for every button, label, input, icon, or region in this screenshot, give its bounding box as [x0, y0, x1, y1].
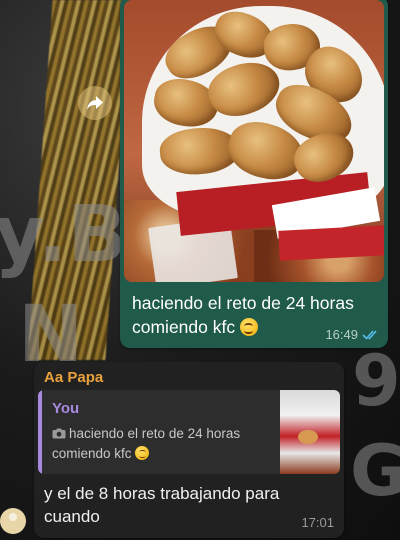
quote-text: haciendo el reto de 24 horas comiendo kf…	[52, 426, 241, 461]
forward-arrow-icon	[87, 96, 103, 110]
message-time: 16:49	[325, 327, 358, 342]
incoming-message[interactable]: Aa Papa You haciendo el reto de 24 horas…	[34, 362, 344, 538]
read-receipt-icon	[362, 330, 377, 340]
wallpaper-text: y.B	[0, 190, 127, 280]
grinning-face-emoji-icon	[239, 318, 258, 336]
contact-avatar-icon[interactable]	[0, 508, 26, 534]
message-text: y el de 8 horas trabajando para cuando	[44, 484, 280, 526]
grinning-face-emoji-icon	[135, 446, 150, 460]
forward-button[interactable]	[78, 86, 112, 120]
wallpaper-text: G	[350, 430, 400, 512]
thumbnail-chicken	[298, 430, 318, 444]
message-time: 17:01	[301, 515, 334, 530]
quote-author: You	[52, 400, 80, 417]
quote-bar	[38, 390, 42, 474]
kfc-bucket-photo[interactable]	[124, 0, 384, 282]
bucket-label	[278, 225, 384, 261]
message-meta: 16:49	[325, 327, 380, 342]
sender-name: Aa Papa	[44, 369, 104, 386]
quote-thumbnail	[280, 390, 340, 474]
camera-icon	[52, 428, 66, 439]
wallpaper-text: 9	[352, 340, 400, 422]
quoted-reply[interactable]: You haciendo el reto de 24 horas comiend…	[38, 390, 340, 474]
outgoing-message[interactable]: haciendo el reto de 24 horas comiendo kf…	[120, 0, 388, 348]
